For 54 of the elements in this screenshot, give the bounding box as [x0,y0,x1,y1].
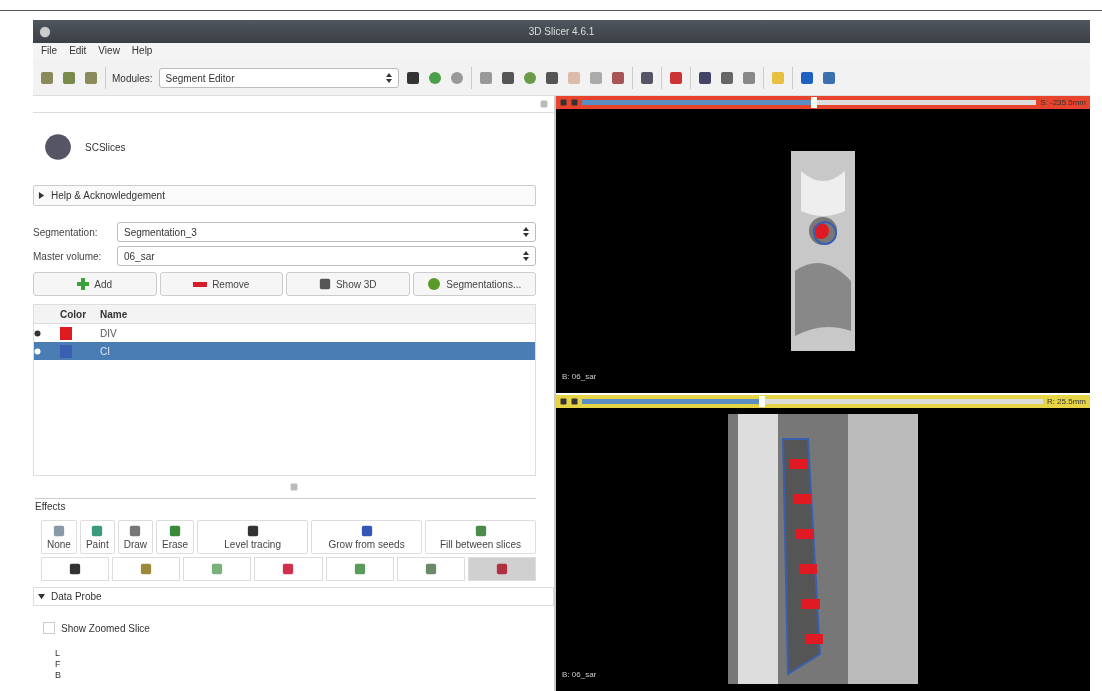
slice-offset: R: 25.5mm [1046,396,1086,406]
spinner-arrows-icon [385,73,392,83]
column-header: Color [60,308,88,320]
module-title: SCSlices [85,141,126,153]
spinner-arrows-icon [523,227,529,237]
group-title: Effects [35,501,66,512]
checkbox[interactable] [43,622,55,634]
slice-offset: S: -235.5mm [1040,98,1086,107]
effect-button[interactable]: Erase [156,520,195,554]
collapsible-section[interactable]: Data Probe [33,587,554,606]
effect-button[interactable]: Grow from seeds [311,520,423,554]
app-icon [39,25,51,38]
segment-name: DIV [100,327,118,339]
segmentations-button[interactable]: Segmentations... [412,272,536,296]
dropdown-field[interactable]: Segmentation_3 [117,222,536,242]
eye-icon [34,329,41,337]
spinner-arrows-icon [523,251,529,261]
menu-item[interactable]: File [41,45,58,61]
menu-item[interactable]: Edit [69,45,87,61]
dropdown-field[interactable]: 06_sar [117,246,536,266]
add-button[interactable]: Add [33,272,157,296]
slice-slider[interactable] [582,398,1043,404]
effect-button[interactable]: Fill between slices [425,520,536,554]
effect-tool-button[interactable] [41,557,110,581]
slider-handle[interactable] [758,395,765,407]
segment-name: CI [100,345,111,357]
volume-label: B: 06_sar [562,670,597,679]
menu-item[interactable]: Help [131,45,153,61]
effect-button[interactable]: Paint [79,520,115,554]
segment-row[interactable]: CI [34,342,535,360]
window-title: 3D Slicer 4.6.1 [527,26,596,37]
checkbox-label: Show Zoomed Slice [61,622,150,634]
collapsed-arrow-icon [38,192,45,199]
probe-label: L [54,648,61,659]
modules-label: Modules: [112,72,153,84]
probe-label: B [54,670,62,681]
collapsible-section[interactable]: Help & Acknowledgement [33,185,536,206]
remove-button[interactable]: Remove [159,272,283,296]
volume-label: B: 06_sar [562,371,597,381]
eye-icon [34,347,41,355]
field-label: Master volume: [33,250,103,262]
plus-icon [77,278,90,290]
module-selector[interactable]: Segment Editor [158,68,399,88]
column-header: Name [100,308,129,320]
slider-handle[interactable] [810,97,817,108]
probe-label: F [54,659,62,670]
effect-button[interactable]: None [41,520,77,554]
effect-button[interactable]: Level tracing [197,520,309,554]
field-label: Segmentation: [33,226,99,238]
slice-slider[interactable] [582,100,1037,105]
menu-item[interactable]: View [98,45,120,61]
effect-button[interactable]: Draw [117,520,154,554]
show-3d-button[interactable]: Show 3D [286,272,410,296]
expanded-arrow-icon [38,593,45,600]
